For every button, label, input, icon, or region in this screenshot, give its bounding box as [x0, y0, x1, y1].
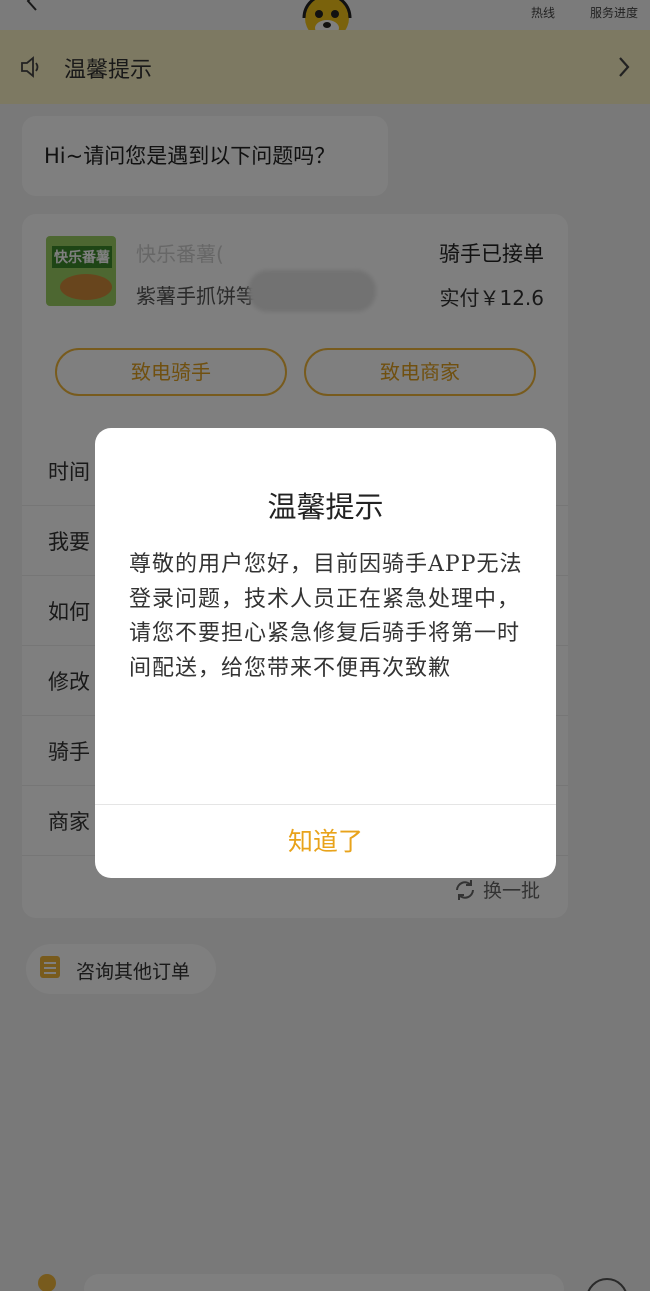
notice-dialog: 温馨提示 尊敬的用户您好，目前因骑手APP无法登录问题，技术人员正在紧急处理中，…: [95, 428, 556, 878]
dialog-ok-button[interactable]: 知道了: [95, 805, 556, 878]
dialog-title: 温馨提示: [267, 490, 384, 524]
dialog-body: 尊敬的用户您好，目前因骑手APP无法登录问题，技术人员正在紧急处理中，请您不要担…: [129, 552, 523, 681]
